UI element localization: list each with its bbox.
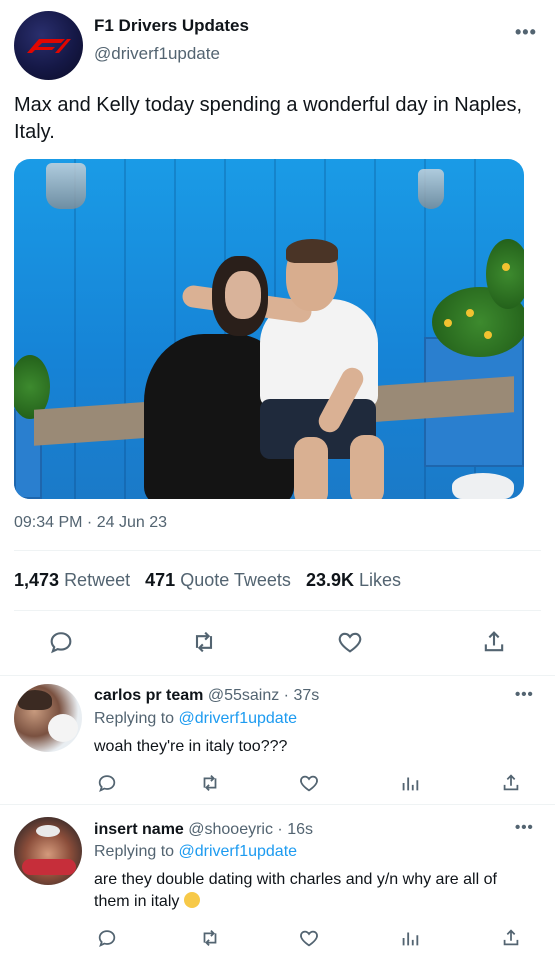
like-label[interactable]: Likes <box>359 570 401 590</box>
like-icon[interactable] <box>298 927 320 949</box>
bucket <box>452 473 514 499</box>
retweet-icon[interactable] <box>199 772 221 794</box>
divider <box>14 550 541 551</box>
reply-icon[interactable] <box>47 628 75 656</box>
retweet-icon[interactable] <box>190 628 218 656</box>
like-count[interactable]: 23.9K <box>306 570 354 590</box>
reply-header: carlos pr team @55sainz · 37s <box>94 687 319 705</box>
like-icon[interactable] <box>336 628 364 656</box>
avatar[interactable] <box>14 11 83 80</box>
display-name[interactable]: F1 Drivers Updates <box>94 16 249 36</box>
tweet-text: Max and Kelly today spending a wonderful… <box>14 94 523 143</box>
tweet-stats: 1,473 Retweet 471 Quote Tweets 23.9K Lik… <box>14 570 401 591</box>
dog-image <box>48 714 78 742</box>
avatar[interactable] <box>14 817 82 885</box>
wall-lamp <box>46 163 86 209</box>
more-options-button[interactable]: ••• <box>515 819 534 836</box>
more-options-button[interactable]: ••• <box>515 22 537 43</box>
share-icon[interactable] <box>480 628 508 656</box>
reply-text: are they double dating with charles and … <box>94 871 497 910</box>
plant <box>486 239 524 309</box>
replying-to-link[interactable]: @driverf1update <box>179 843 298 860</box>
wall-lamp <box>418 169 444 209</box>
crying-face-emoji-icon <box>183 892 200 908</box>
divider <box>14 610 541 611</box>
reply-icon[interactable] <box>96 772 118 794</box>
reply-header: insert name @shooeyric · 16s <box>94 821 313 839</box>
reply-text: woah they're in italy too??? <box>94 738 288 755</box>
retweet-icon[interactable] <box>199 927 221 949</box>
share-icon[interactable] <box>500 927 522 949</box>
replying-to-link[interactable]: @driverf1update <box>179 710 298 727</box>
like-icon[interactable] <box>298 772 320 794</box>
quote-count[interactable]: 471 <box>145 570 175 590</box>
retweet-count[interactable]: 1,473 <box>14 570 59 590</box>
avatar[interactable] <box>14 684 82 752</box>
reply-meta[interactable]: @shooeyric · 16s <box>188 821 313 838</box>
quote-label[interactable]: Quote Tweets <box>180 570 291 590</box>
reply-meta[interactable]: @55sainz · 37s <box>208 687 319 704</box>
replying-to: Replying to @driverf1update <box>94 843 298 860</box>
tweet-action-bar <box>0 626 555 666</box>
reply-tweet[interactable]: carlos pr team @55sainz · 37s ••• Replyi… <box>0 676 555 804</box>
user-handle[interactable]: @driverf1update <box>94 44 220 64</box>
f1-logo-icon <box>27 39 71 53</box>
reply-tweet[interactable]: insert name @shooeyric · 16s ••• Replyin… <box>0 805 555 960</box>
reply-icon[interactable] <box>96 927 118 949</box>
reply-display-name[interactable]: carlos pr team <box>94 687 203 704</box>
more-options-button[interactable]: ••• <box>515 686 534 703</box>
analytics-icon[interactable] <box>399 772 421 794</box>
share-icon[interactable] <box>500 772 522 794</box>
tweet-photo[interactable] <box>14 159 524 499</box>
timestamp[interactable]: 09:34 PM · 24 Jun 23 <box>14 514 167 532</box>
reply-display-name[interactable]: insert name <box>94 821 184 838</box>
analytics-icon[interactable] <box>399 927 421 949</box>
retweet-label[interactable]: Retweet <box>64 570 130 590</box>
replying-to: Replying to @driverf1update <box>94 710 298 727</box>
